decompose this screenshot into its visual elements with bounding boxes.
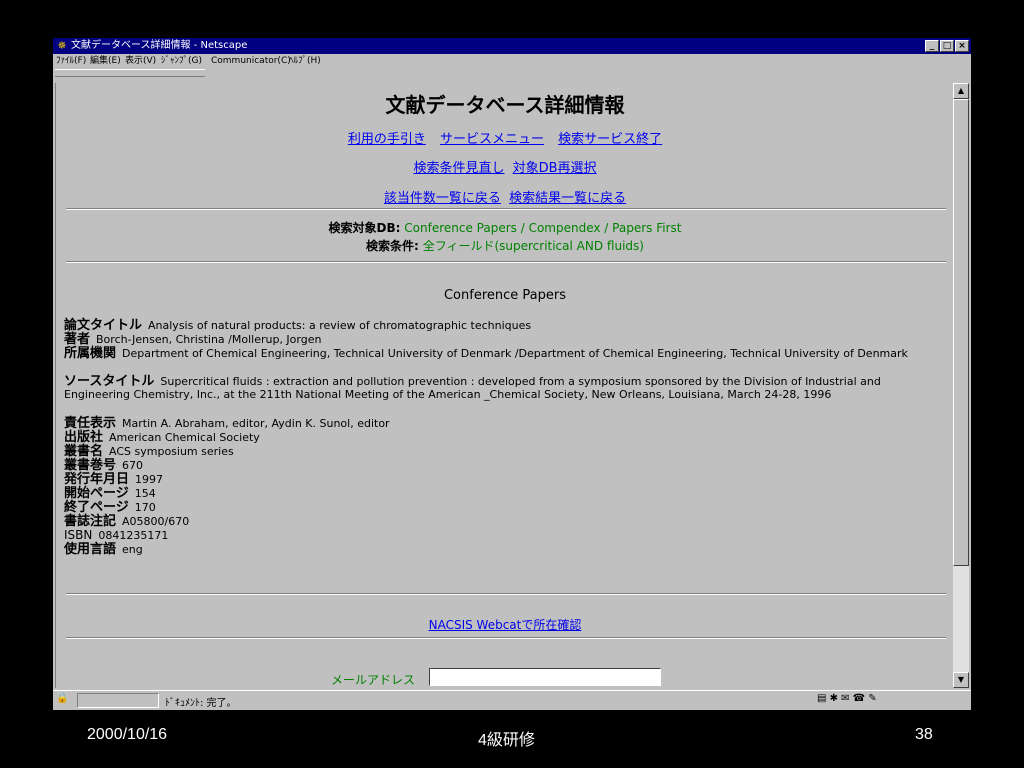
slide-center-text: 4級研修: [478, 732, 535, 749]
field-affiliation: 所属機関 Department of Chemical Engineering, …: [64, 346, 908, 361]
window-title: 文献データベース詳細情報 - Netscape: [71, 40, 248, 51]
back-to-results-link[interactable]: 検索結果一覧に戻る: [509, 191, 626, 206]
title-bar: ✵ 文献データベース詳細情報 - Netscape _ □ ×: [53, 38, 971, 54]
end-service-link[interactable]: 検索サービス終了: [558, 132, 662, 147]
page-title: 文献データベース詳細情報: [385, 93, 625, 117]
field-end-page: 終了ページ 170: [64, 500, 156, 515]
field-start-page: 開始ページ 154: [64, 486, 156, 501]
browser-window: ✵ 文献データベース詳細情報 - Netscape _ □ × ﾌｧｲﾙ(F) …: [53, 38, 971, 710]
menu-edit[interactable]: 編集(E): [90, 54, 121, 68]
menu-file[interactable]: ﾌｧｲﾙ(F): [56, 54, 86, 68]
field-source: ソースタイトル Supercritical fluids : extraction…: [64, 374, 881, 401]
security-lock-icon[interactable]: 🔒: [56, 693, 68, 704]
search-db-value: Conference Papers / Compendex / Papers F…: [404, 221, 682, 235]
scroll-thumb[interactable]: [953, 99, 969, 566]
mail-label: メールアドレス: [331, 673, 416, 687]
field-responsibility: 責任表示 Martin A. Abraham, editor, Aydin K. …: [64, 416, 390, 431]
scroll-up-button[interactable]: ▲: [953, 83, 969, 99]
menu-go[interactable]: ｼﾞｬﾝﾌﾟ(G): [161, 54, 202, 68]
revise-query-link[interactable]: 検索条件見直し: [413, 161, 504, 176]
section-heading: Conference Papers: [443, 288, 566, 303]
divider: [66, 637, 946, 639]
field-author: 著者 Borch-Jensen, Christina /Mollerup, Jor…: [64, 332, 322, 347]
field-series: 叢書名 ACS symposium series: [64, 444, 234, 459]
back-to-hits-link[interactable]: 該当件数一覧に戻る: [384, 191, 501, 206]
search-cond-line: 検索条件: 全フィールド(supercritical AND fluids): [366, 239, 644, 253]
menu-bar: ﾌｧｲﾙ(F) 編集(E) 表示(V) ｼﾞｬﾝﾌﾟ(G) Communicat…: [53, 54, 971, 68]
slide-date: 2000/10/16: [87, 726, 168, 743]
webcat-link[interactable]: NACSIS Webcatで所在確認: [429, 618, 582, 632]
vertical-scrollbar[interactable]: ▲ ▼: [953, 83, 969, 688]
field-language: 使用言語 eng: [64, 542, 143, 557]
field-isbn: ISBN 0841235171: [64, 528, 169, 543]
field-series-number: 叢書巻号 670: [64, 458, 144, 473]
close-button[interactable]: ×: [955, 40, 969, 52]
guide-link[interactable]: 利用の手引き: [348, 132, 426, 147]
divider: [66, 208, 946, 210]
service-menu-link[interactable]: サービスメニュー: [440, 132, 544, 147]
field-biblio-note: 書誌注記 A05800/670: [64, 514, 190, 529]
slide-footer: 2000/10/16 4級研修 38: [0, 726, 1024, 750]
slide-page-number: 38: [915, 726, 933, 743]
nav-row-1: 利用の手引き サービスメニュー 検索サービス終了: [56, 128, 954, 147]
menu-help[interactable]: ﾍﾙﾌﾟ(H): [289, 54, 321, 68]
divider: [66, 593, 946, 595]
status-text: ﾄﾞｷｭﾒﾝﾄ: 完了。: [165, 698, 237, 709]
search-db-line: 検索対象DB: Conference Papers / Compendex / …: [328, 221, 682, 235]
nav-row-3: 該当件数一覧に戻る 検索結果一覧に戻る: [56, 187, 954, 206]
nav-row-2: 検索条件見直し 対象DB再選択: [56, 157, 954, 176]
page-content: 文献データベース詳細情報 利用の手引き サービスメニュー 検索サービス終了 検索…: [55, 83, 954, 688]
maximize-button[interactable]: □: [940, 40, 954, 52]
mail-address-input[interactable]: [429, 668, 661, 686]
menu-view[interactable]: 表示(V): [125, 54, 156, 68]
scroll-down-button[interactable]: ▼: [953, 672, 969, 688]
reselect-db-link[interactable]: 対象DB再選択: [513, 161, 597, 176]
collapsed-toolbars[interactable]: [55, 69, 205, 77]
status-bar: 🔒 ﾄﾞｷｭﾒﾝﾄ: 完了。 ▤ ✱ ✉ ☎ ✎: [53, 690, 971, 709]
netscape-icon: ✵: [57, 39, 67, 52]
minimize-button[interactable]: _: [925, 40, 939, 52]
component-bar-icons[interactable]: ▤ ✱ ✉ ☎ ✎: [817, 693, 877, 704]
progress-panel: [77, 693, 159, 708]
divider: [66, 261, 946, 263]
field-publisher: 出版社 American Chemical Society: [64, 430, 260, 445]
menu-communicator[interactable]: Communicator(C): [211, 54, 291, 68]
search-cond-value: 全フィールド(supercritical AND fluids): [422, 239, 644, 253]
field-title: 論文タイトル Analysis of natural products: a re…: [64, 318, 532, 333]
field-publish-date: 発行年月日 1997: [64, 472, 164, 487]
